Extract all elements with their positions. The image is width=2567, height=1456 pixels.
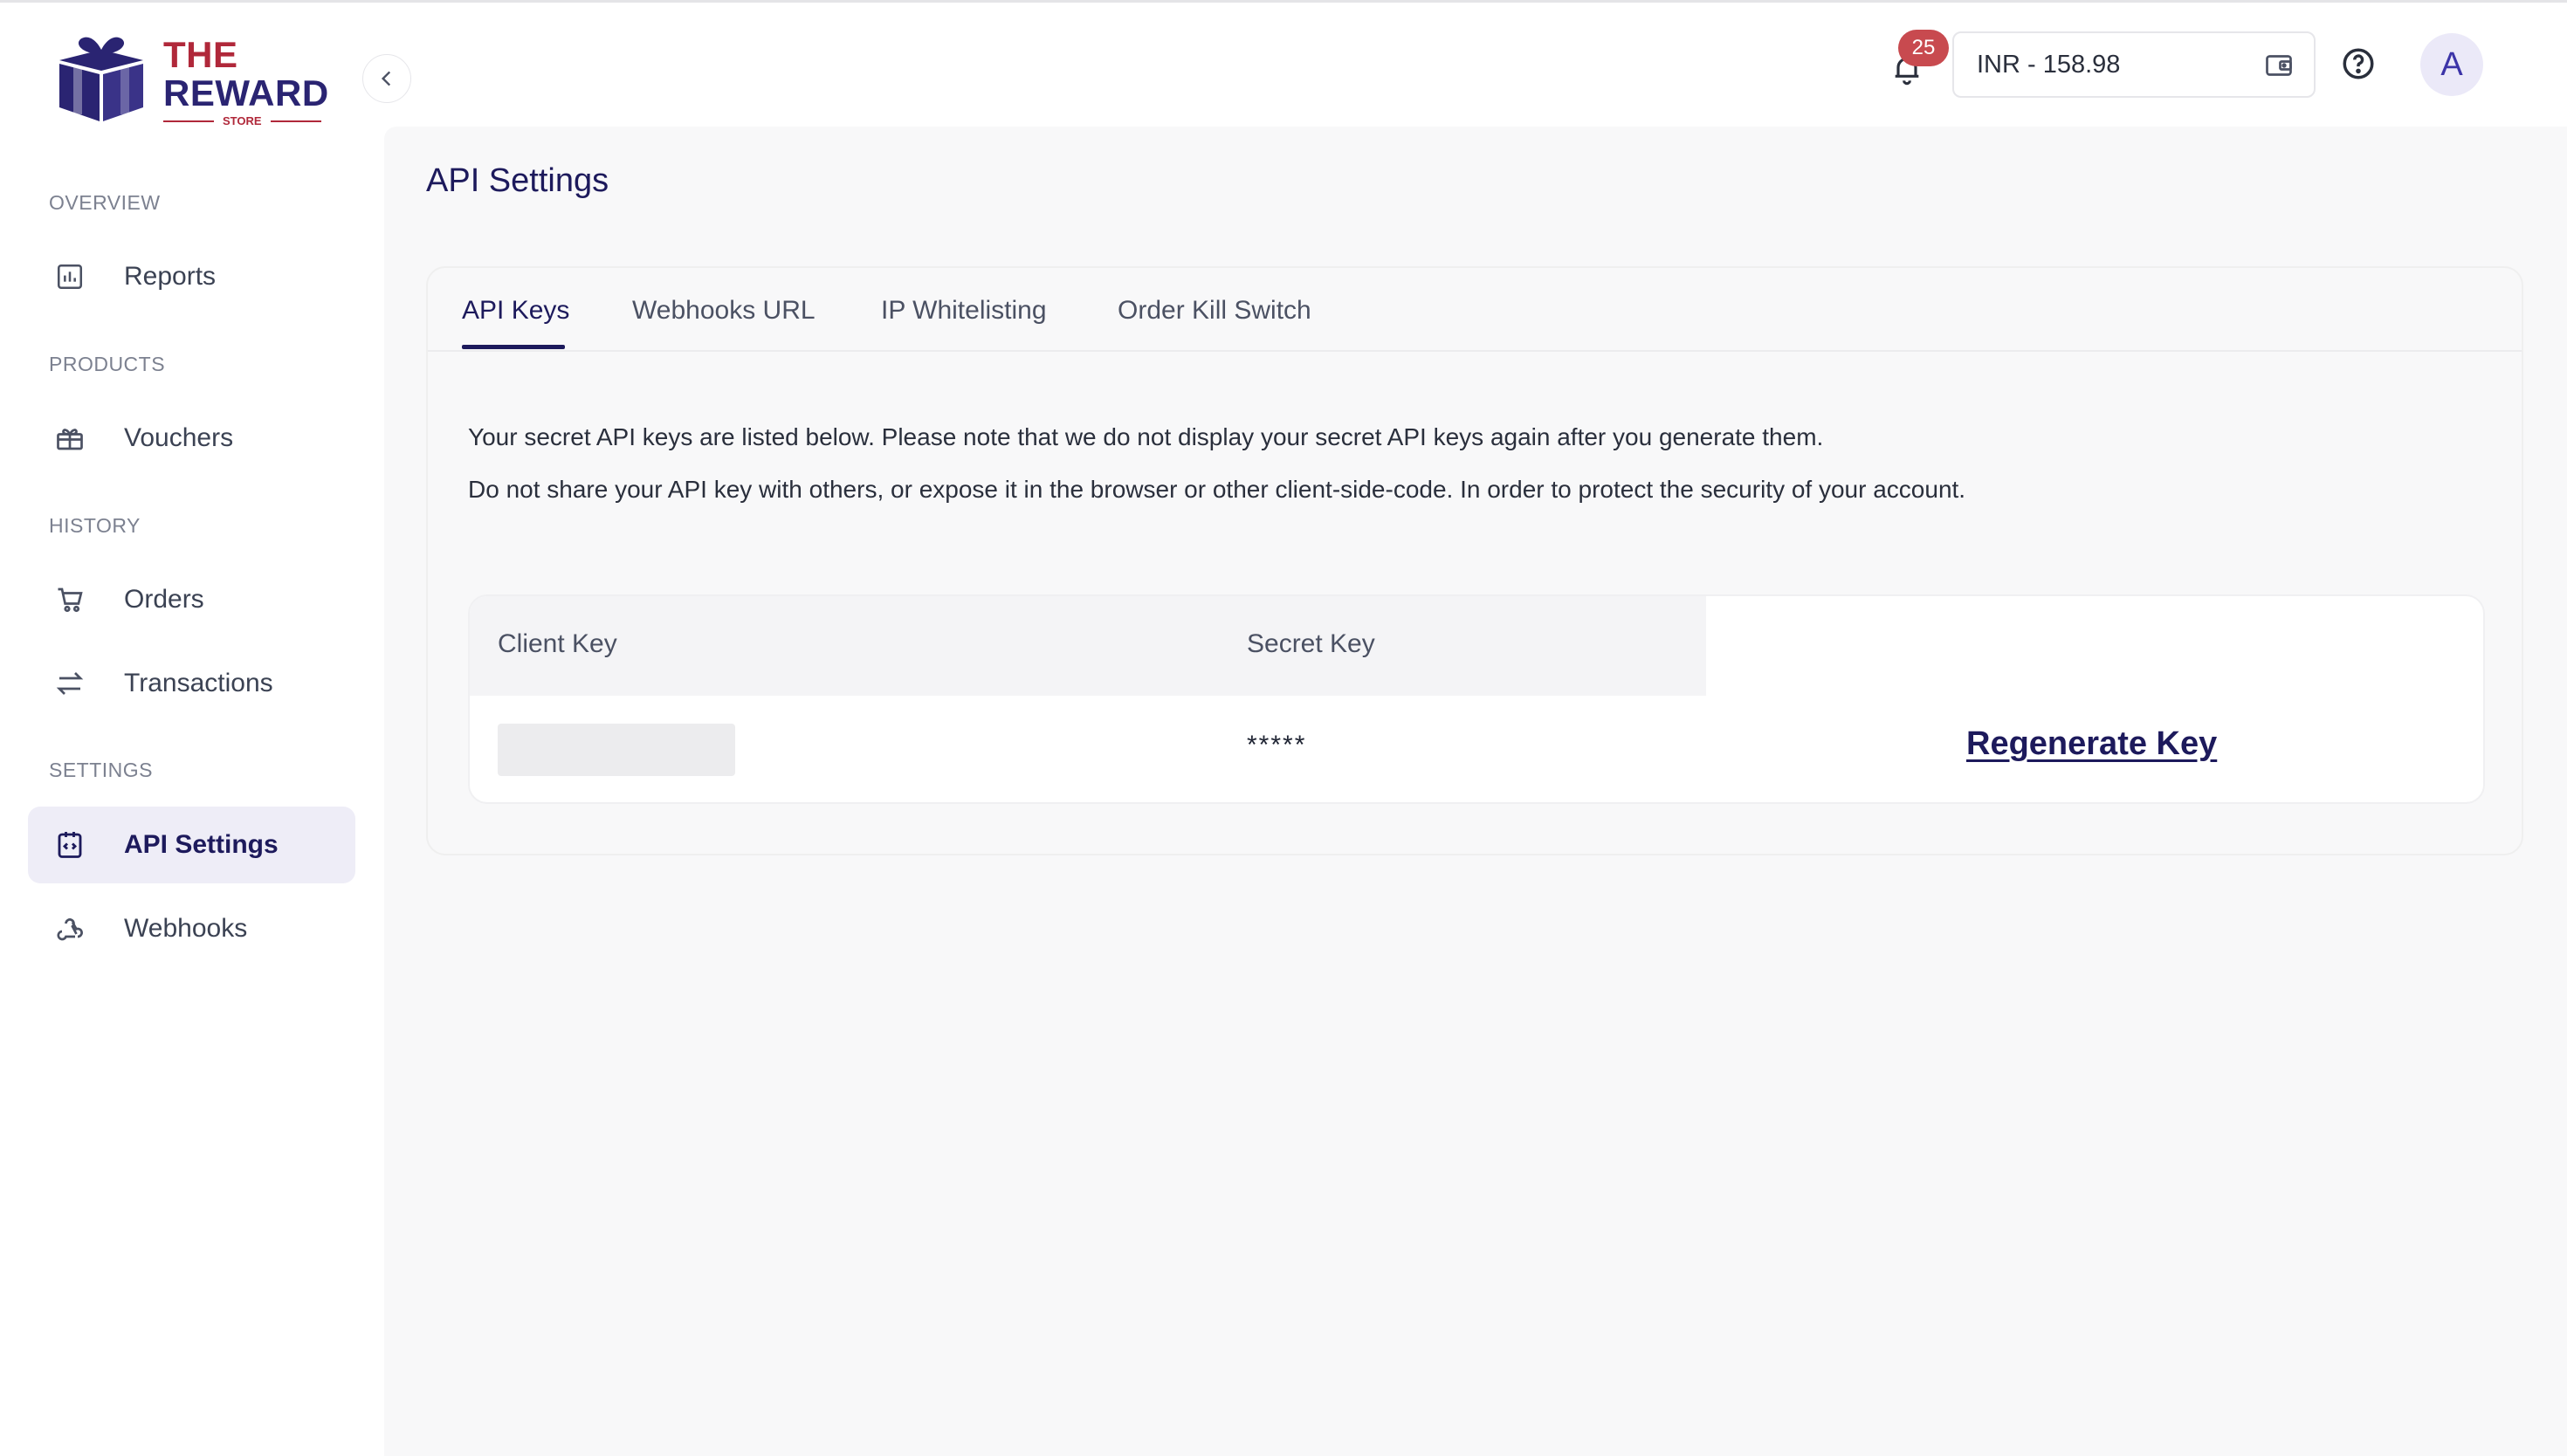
sidebar-item-label: Orders: [124, 585, 204, 614]
sidebar-item-label: Webhooks: [124, 914, 248, 943]
brand-divider-left: [163, 120, 214, 122]
api-keys-description-line-1: Your secret API keys are listed below. P…: [468, 423, 1824, 450]
tab-bar: API Keys Webhooks URL IP Whitelisting Or…: [428, 268, 2522, 352]
gift-icon: [52, 421, 87, 456]
active-tab-indicator: [462, 345, 565, 349]
section-label-history: HISTORY: [49, 514, 141, 537]
brand-line-1: THE: [163, 34, 238, 75]
sidebar: THE REWARD STORE OVERVIEW Reports PRODUC…: [0, 3, 384, 1456]
secret-key-value: *****: [1247, 731, 1307, 759]
help-button[interactable]: [2340, 45, 2377, 86]
brand-line-2: REWARD: [163, 72, 329, 113]
sidebar-item-label: API Settings: [124, 830, 279, 859]
api-keys-description-line-2: Do not share your API key with others, o…: [468, 476, 1966, 503]
sidebar-item-vouchers[interactable]: Vouchers: [28, 400, 355, 477]
tab-ip-whitelisting[interactable]: IP Whitelisting: [881, 296, 1047, 326]
notification-count-badge: 25: [1898, 30, 1949, 66]
user-avatar[interactable]: A: [2420, 33, 2483, 96]
brand-wordmark: THE REWARD STORE: [163, 36, 329, 127]
sidebar-item-transactions[interactable]: Transactions: [28, 645, 355, 722]
wallet-icon: [2263, 50, 2295, 86]
regenerate-key-link[interactable]: Regenerate Key: [1966, 725, 2217, 763]
tab-order-kill-switch[interactable]: Order Kill Switch: [1118, 296, 1311, 326]
brand-line-3: STORE: [163, 114, 329, 127]
section-label-settings: SETTINGS: [49, 759, 154, 781]
api-keys-table: Client Key Secret Key ***** Regenerate K…: [468, 594, 2485, 804]
api-settings-card: API Keys Webhooks URL IP Whitelisting Or…: [426, 266, 2523, 855]
tab-api-keys[interactable]: API Keys: [462, 296, 569, 326]
sidebar-item-reports[interactable]: Reports: [28, 238, 355, 315]
sidebar-item-label: Reports: [124, 262, 217, 291]
column-header-client-key: Client Key: [498, 629, 617, 658]
reports-icon: [52, 259, 87, 294]
brand-store-label: STORE: [223, 114, 262, 127]
chevron-left-icon: [381, 71, 391, 86]
api-code-icon: [52, 828, 87, 862]
section-label-products: PRODUCTS: [49, 353, 166, 375]
tab-webhooks-url[interactable]: Webhooks URL: [632, 296, 816, 326]
brand-divider-right: [270, 120, 321, 122]
sidebar-item-orders[interactable]: Orders: [28, 561, 355, 638]
wallet-balance-value: INR - 158.98: [1977, 50, 2121, 79]
column-header-secret-key: Secret Key: [1247, 629, 1375, 658]
table-header-row: [470, 596, 1706, 696]
section-label-overview: OVERVIEW: [49, 191, 161, 214]
sidebar-item-label: Transactions: [124, 669, 273, 697]
webhook-icon: [52, 911, 87, 946]
help-circle-icon: [2343, 48, 2374, 79]
swap-arrows-icon: [52, 666, 87, 701]
sidebar-item-label: Vouchers: [124, 423, 234, 452]
client-key-value: [498, 724, 735, 776]
sidebar-item-webhooks[interactable]: Webhooks: [28, 890, 355, 967]
brand-logo[interactable]: THE REWARD STORE: [54, 31, 334, 127]
gift-box-logo-icon: [59, 37, 143, 121]
sidebar-item-api-settings[interactable]: API Settings: [28, 807, 355, 883]
wallet-balance[interactable]: INR - 158.98: [1952, 31, 2316, 98]
cart-icon: [52, 582, 87, 617]
page-title: API Settings: [426, 162, 609, 199]
sidebar-collapse-button[interactable]: [362, 54, 411, 103]
